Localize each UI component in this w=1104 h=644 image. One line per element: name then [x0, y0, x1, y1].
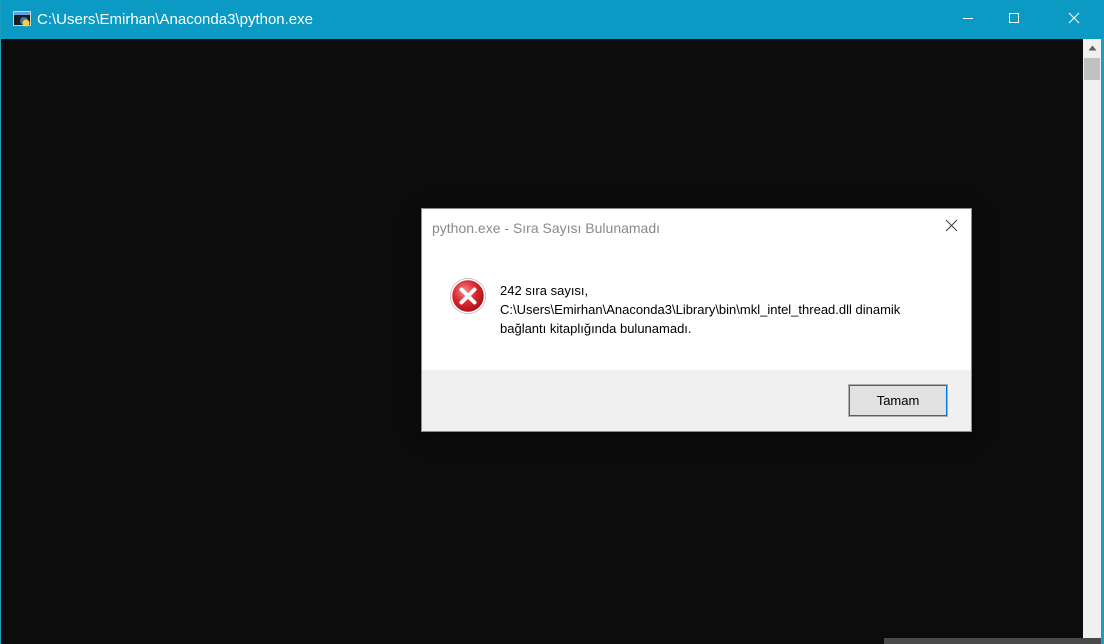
close-icon: [1068, 11, 1080, 29]
scroll-up-arrow-icon[interactable]: [1083, 39, 1101, 56]
window-title: C:\Users\Emirhan\Anaconda3\python.exe: [37, 11, 313, 28]
dialog-button-bar: Tamam: [422, 370, 971, 431]
maximize-button[interactable]: [991, 0, 1037, 39]
background-strip: [884, 638, 1101, 644]
error-message: 242 sıra sayısı, C:\Users\Emirhan\Anacon…: [500, 281, 900, 338]
minimize-icon: [962, 11, 974, 29]
title-bar[interactable]: C:\Users\Emirhan\Anaconda3\python.exe: [1, 0, 1104, 39]
message-line: 242 sıra sayısı,: [500, 283, 589, 298]
console-app-icon: [13, 11, 31, 28]
scrollbar-thumb[interactable]: [1084, 58, 1100, 80]
close-icon: [945, 219, 958, 237]
dialog-title: python.exe - Sıra Sayısı Bulunamadı: [432, 220, 661, 236]
error-icon: [449, 277, 487, 315]
dialog-close-button[interactable]: [936, 216, 966, 240]
close-button[interactable]: [1051, 0, 1097, 39]
ok-button[interactable]: Tamam: [848, 384, 948, 417]
vertical-scrollbar[interactable]: [1083, 39, 1101, 644]
error-dialog: python.exe - Sıra Sayısı Bulunamadı 242 …: [421, 208, 972, 432]
maximize-icon: [1008, 11, 1020, 29]
minimize-button[interactable]: [945, 0, 991, 39]
message-line: bağlantı kitaplığında bulunamadı.: [500, 321, 692, 336]
message-line: C:\Users\Emirhan\Anaconda3\Library\bin\m…: [500, 302, 901, 317]
